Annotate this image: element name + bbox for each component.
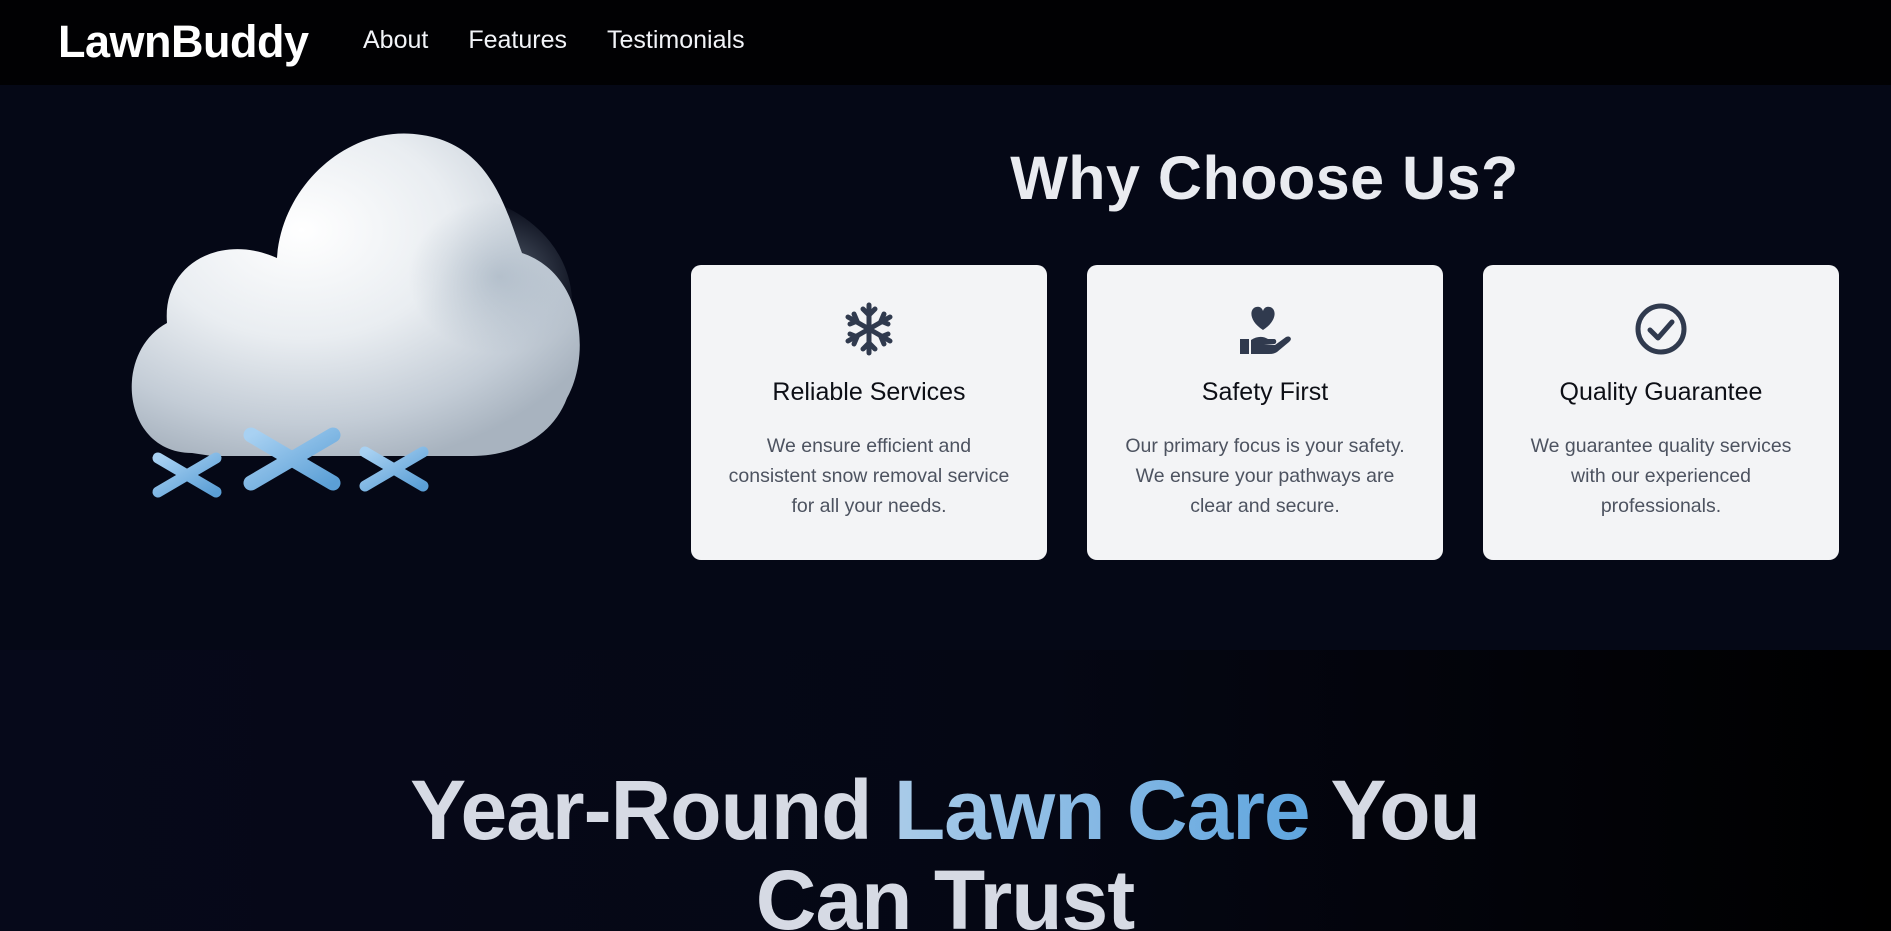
check-circle-icon <box>1483 302 1839 358</box>
feature-card-safety: Safety First Our primary focus is your s… <box>1087 265 1443 560</box>
main-nav: About Features Testimonials <box>363 26 745 55</box>
hand-holding-heart-icon <box>1087 302 1443 358</box>
card-title: Safety First <box>1201 378 1329 406</box>
hero-title-line2: Can Trust <box>755 853 1135 931</box>
card-description: We ensure efficient and consistent snow … <box>728 435 1010 517</box>
nav-link-features[interactable]: Features <box>468 26 567 55</box>
feature-card-quality: Quality Guarantee We guarantee quality s… <box>1483 265 1839 560</box>
hero-title-part2: You <box>1330 763 1480 857</box>
nav-link-testimonials[interactable]: Testimonials <box>607 26 745 55</box>
card-title: Quality Guarantee <box>1559 378 1763 406</box>
snowflake-icon <box>691 302 1047 358</box>
feature-card-reliable: Reliable Services We ensure efficient an… <box>691 265 1047 560</box>
hero-title: Year-Round Lawn Care You Can Trust <box>330 765 1560 931</box>
hero-title-accent: Lawn Care <box>893 763 1311 857</box>
hero-section: Year-Round Lawn Care You Can Trust <box>0 650 1891 931</box>
top-navbar: LawnBuddy About Features Testimonials <box>0 0 1891 85</box>
card-title: Reliable Services <box>772 378 966 406</box>
brand-logo-link[interactable]: LawnBuddy <box>58 16 309 68</box>
card-description: We guarantee quality services with our e… <box>1530 435 1792 517</box>
card-description: Our primary focus is your safety. We ens… <box>1125 435 1405 517</box>
hero-title-part1: Year-Round <box>410 763 872 857</box>
section-title: Why Choose Us? <box>1010 144 1519 212</box>
snow-cloud-illustration <box>112 123 592 523</box>
nav-link-about[interactable]: About <box>363 26 428 55</box>
